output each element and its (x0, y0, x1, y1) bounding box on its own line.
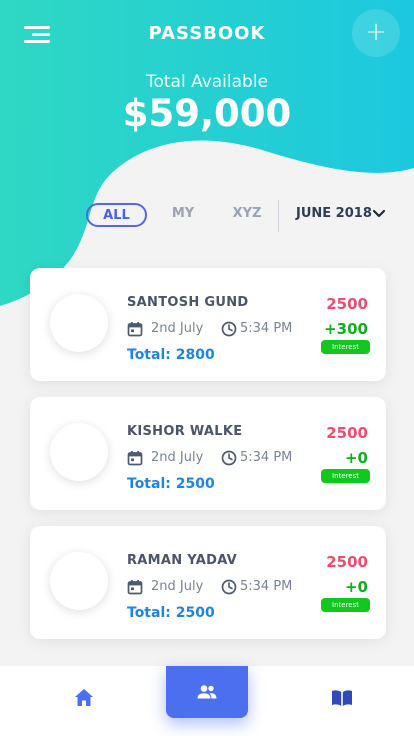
clock-icon (221, 321, 237, 337)
bottom-nav (0, 666, 414, 736)
transaction-date: 2nd July (151, 450, 204, 465)
interest-value: +0 (344, 449, 368, 467)
amount-value: 2500 (326, 424, 368, 442)
transaction-card[interactable]: SANTOSH GUND 2nd July 5:34 PM Total: 280… (30, 268, 386, 381)
clock-icon (221, 450, 237, 466)
transaction-card[interactable]: RAMAN YADAV 2nd July 5:34 PM Total: 2500… (30, 526, 386, 639)
filter-bar: ALL MY XYZ JUNE 2018 (0, 200, 414, 232)
interest-badge: Interest (321, 340, 370, 354)
home-icon[interactable] (70, 684, 98, 712)
account-name: RAMAN YADAV (127, 553, 238, 568)
amount-value: 2500 (326, 553, 368, 571)
interest-badge: Interest (321, 469, 370, 483)
add-button[interactable]: + (352, 9, 400, 57)
balance-amount: $59,000 (122, 92, 292, 135)
transaction-date: 2nd July (151, 321, 204, 336)
book-icon[interactable] (328, 684, 356, 712)
balance-label: Total Available (145, 72, 269, 92)
amount-value: 2500 (326, 295, 368, 313)
avatar (50, 423, 108, 481)
people-tab-button[interactable] (166, 666, 248, 718)
avatar (50, 552, 108, 610)
calendar-icon (127, 580, 143, 595)
avatar (50, 294, 108, 352)
filter-tab-all[interactable]: ALL (86, 203, 147, 227)
clock-icon (221, 579, 237, 595)
filter-divider (278, 200, 279, 232)
transaction-card[interactable]: KISHOR WALKE 2nd July 5:34 PM Total: 250… (30, 397, 386, 510)
total-value: Total: 2800 (127, 347, 215, 363)
interest-badge: Interest (321, 598, 370, 612)
chevron-down-icon[interactable] (373, 209, 385, 219)
transaction-time: 5:34 PM (240, 579, 293, 594)
transaction-time: 5:34 PM (240, 321, 293, 336)
interest-value: +0 (344, 578, 368, 596)
calendar-icon (127, 451, 143, 466)
transaction-time: 5:34 PM (240, 450, 293, 465)
calendar-icon (127, 322, 143, 337)
people-icon (197, 685, 217, 699)
transaction-date: 2nd July (151, 579, 204, 594)
filter-tab-my[interactable]: MY (163, 203, 203, 227)
total-value: Total: 2500 (127, 605, 215, 621)
filter-tab-xyz[interactable]: XYZ (226, 203, 268, 227)
account-name: KISHOR WALKE (127, 424, 243, 439)
interest-value: +300 (324, 320, 368, 338)
total-value: Total: 2500 (127, 476, 215, 492)
account-name: SANTOSH GUND (127, 295, 249, 310)
month-select[interactable]: JUNE 2018 (296, 203, 372, 227)
top-bar: PASSBOOK + (0, 0, 414, 70)
